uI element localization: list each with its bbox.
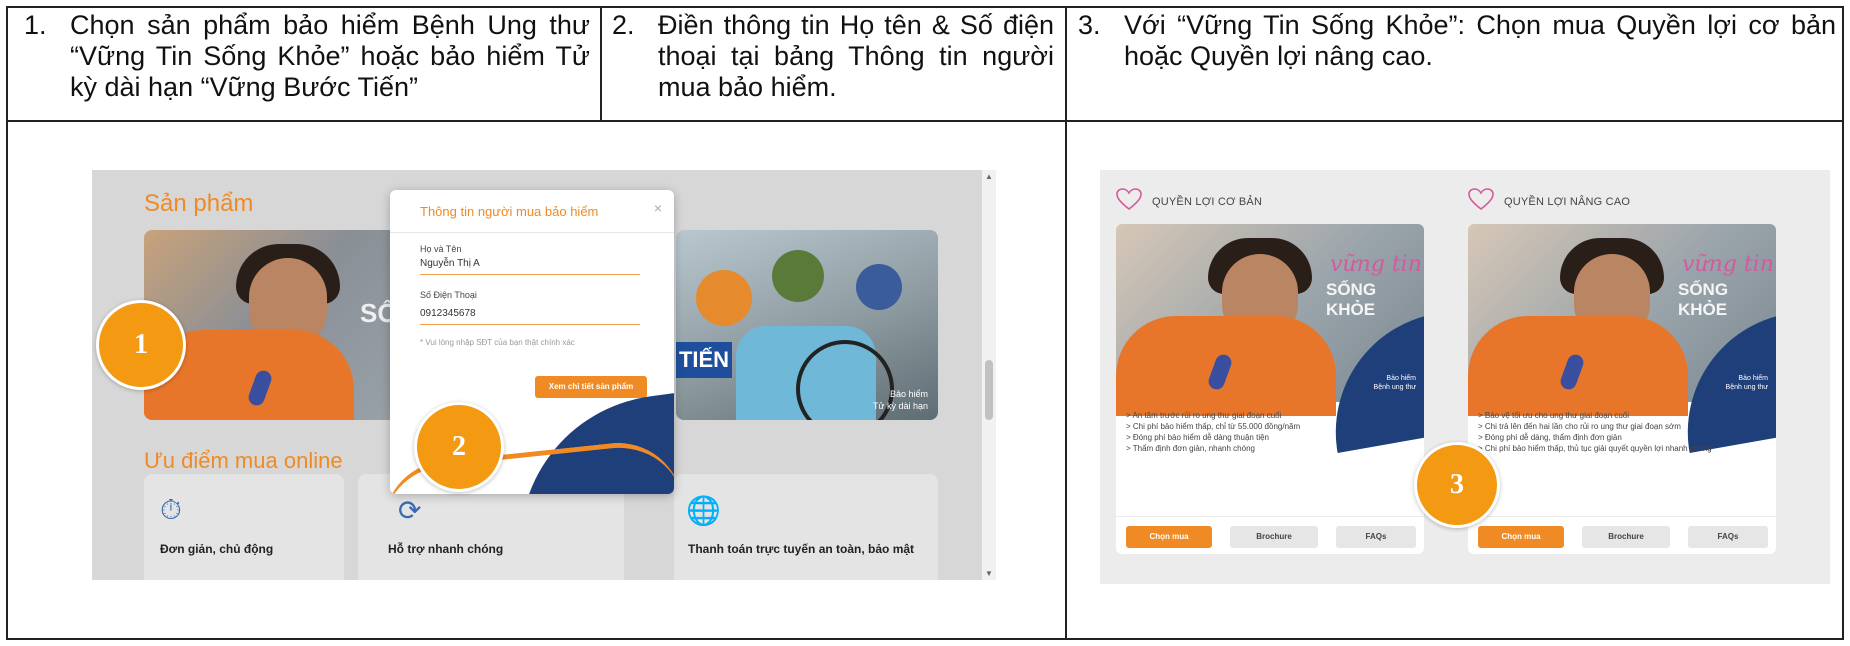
column-divider-1: [600, 6, 602, 122]
list-item: > Bảo vệ tối ưu cho ung thư giai đoạn cu…: [1478, 411, 1630, 420]
list-item: > An tâm trước rủi ro ung thư giai đoạn …: [1126, 411, 1282, 420]
faqs-button[interactable]: FAQs: [1688, 526, 1768, 548]
advantage-label: Đơn giản, chủ động: [160, 542, 274, 556]
benefit-banner: vững tin SỐNG KHỎE Bảo hiểm Bệnh ung thư: [1468, 224, 1776, 453]
banner-caption: Bảo hiểm Bệnh ung thư: [1726, 374, 1768, 392]
advantage-card: 🌐 Thanh toán trực tuyến an toàn, bảo mật: [674, 474, 938, 580]
phone-label: Số Điện Thoại: [420, 290, 477, 300]
caption-line: Bệnh ung thư: [1373, 384, 1416, 391]
step-text: Chọn sản phẩm bảo hiểm Bệnh Ung thư “Vữn…: [70, 10, 590, 102]
name-label: Họ và Tên: [420, 244, 462, 254]
heart-icon: [1468, 188, 1494, 210]
phone-field-underline: [420, 324, 640, 325]
page-scrollbar[interactable]: ▲ ▼: [982, 170, 996, 580]
basic-benefit-column: QUYỀN LỢI CƠ BẢN vững tin SỐNG KHỎE Bảo …: [1100, 170, 1440, 584]
banner-vung-tin-song-khoe[interactable]: SỐ: [144, 230, 414, 420]
step-badge-2: 2: [414, 402, 504, 492]
dialog-title: Thông tin người mua bảo hiểm: [420, 204, 599, 219]
benefit-card: vững tin SỐNG KHỎE Bảo hiểm Bệnh ung thư…: [1468, 224, 1776, 554]
globe-icon: 🌐: [686, 495, 721, 526]
view-product-details-button[interactable]: Xem chi tiết sản phẩm: [535, 376, 647, 398]
banner-photo: [696, 270, 752, 326]
banner-photo: [856, 264, 902, 310]
support-icon: ⟳: [398, 495, 422, 526]
advantage-label: Hỗ trợ nhanh chóng: [388, 542, 504, 556]
step-text: Điền thông tin Họ tên & Số điện thoại tạ…: [658, 10, 1054, 102]
list-item: > Chi phí bảo hiểm thấp, thủ tục giải qu…: [1478, 444, 1712, 453]
benefit-card: vững tin SỐNG KHỎE Bảo hiểm Bệnh ung thư…: [1116, 224, 1424, 554]
faqs-button[interactable]: FAQs: [1336, 526, 1416, 548]
advanced-benefit-column: QUYỀN LỢI NÂNG CAO vững tin SỐNG KHỎE Bả…: [1452, 170, 1792, 584]
list-item: > Thẩm định đơn giản, nhanh chóng: [1126, 444, 1255, 453]
brand-script: vững tin: [1330, 252, 1422, 277]
benefit-list: > Bảo vệ tối ưu cho ung thư giai đoạn cu…: [1478, 410, 1712, 454]
scroll-up-icon[interactable]: ▲: [985, 172, 993, 181]
brochure-button[interactable]: Brochure: [1582, 526, 1670, 548]
phone-field[interactable]: 0912345678: [420, 308, 476, 319]
step-badge-3: 3: [1414, 442, 1500, 528]
benefit-heading: QUYỀN LỢI CƠ BẢN: [1152, 196, 1263, 208]
products-title: Sản phẩm: [144, 190, 254, 217]
caption-line: Bảo hiểm: [1738, 375, 1768, 382]
scrollbar-thumb[interactable]: [985, 360, 993, 420]
buy-advanced-button[interactable]: Chọn mua: [1478, 526, 1564, 548]
caption-line: Bệnh ung thư: [1725, 384, 1768, 391]
column-divider-2: [1065, 6, 1067, 640]
caption-line: Tử kỳ dài hạn: [872, 401, 928, 411]
step-number: 3.: [1078, 10, 1101, 40]
buy-basic-button[interactable]: Chọn mua: [1126, 526, 1212, 548]
step-text: Với “Vững Tin Sống Khỏe”: Chọn mua Quyền…: [1124, 10, 1836, 71]
step-number: 1.: [24, 10, 47, 40]
caption-line: Bảo hiểm: [889, 389, 928, 399]
phone-hint: * Vui lòng nhập SĐT của bạn thật chính x…: [420, 338, 575, 347]
banner-caption: Bảo hiểm Bệnh ung thư: [1374, 374, 1416, 392]
step-number: 2.: [612, 10, 635, 40]
banner-vung-buoc-tien[interactable]: TIẾN Bảo hiểm Tử kỳ dài hạn: [676, 230, 938, 420]
advantage-card: ⏱ Đơn giản, chủ động: [144, 474, 344, 580]
advantages-title: Ưu điểm mua online: [144, 448, 343, 473]
benefit-heading: QUYỀN LỢI NÂNG CAO: [1504, 196, 1631, 208]
list-item: > Chi phí bảo hiểm thấp, chỉ từ 55.000 đ…: [1126, 422, 1301, 431]
clock-check-icon: ⏱: [160, 494, 182, 525]
row-divider: [6, 120, 1844, 122]
divider: [390, 232, 674, 233]
advantage-label: Thanh toán trực tuyến an toàn, bảo mật: [688, 542, 915, 556]
banner-caption: Bảo hiểm Tử kỳ dài hạn: [873, 388, 928, 412]
scroll-down-icon[interactable]: ▼: [985, 569, 993, 578]
caption-line: Bảo hiểm: [1386, 375, 1416, 382]
heart-icon: [1116, 188, 1142, 210]
list-item: > Chi trả lên đến hai lần cho rủi ro ung…: [1478, 422, 1681, 431]
list-item: > Đóng phí dễ dàng, thẩm định đơn giản: [1478, 433, 1622, 442]
benefit-banner: vững tin SỐNG KHỎE Bảo hiểm Bệnh ung thư: [1116, 224, 1424, 453]
brochure-button[interactable]: Brochure: [1230, 526, 1318, 548]
name-field[interactable]: Nguyễn Thị A: [420, 258, 480, 269]
divider: [1116, 516, 1424, 517]
close-icon[interactable]: ×: [654, 200, 662, 216]
product-page-screenshot: Sản phẩm SỐ TIẾN Bảo hiểm Tử kỳ dài hạn …: [92, 170, 996, 580]
brand-script: vững tin: [1682, 252, 1774, 277]
step-badge-1: 1: [96, 300, 186, 390]
banner-photo: [772, 250, 824, 302]
divider: [1468, 516, 1776, 517]
brand-name: SỐNG KHỎE: [1678, 280, 1729, 319]
list-item: > Đóng phí bảo hiểm dễ dàng thuận tiện: [1126, 433, 1269, 442]
name-field-underline: [420, 274, 640, 275]
banner-logo-text: TIẾN: [676, 342, 732, 378]
benefit-list: > An tâm trước rủi ro ung thư giai đoạn …: [1126, 410, 1300, 454]
brand-name: SỐNG KHỎE: [1326, 280, 1377, 319]
